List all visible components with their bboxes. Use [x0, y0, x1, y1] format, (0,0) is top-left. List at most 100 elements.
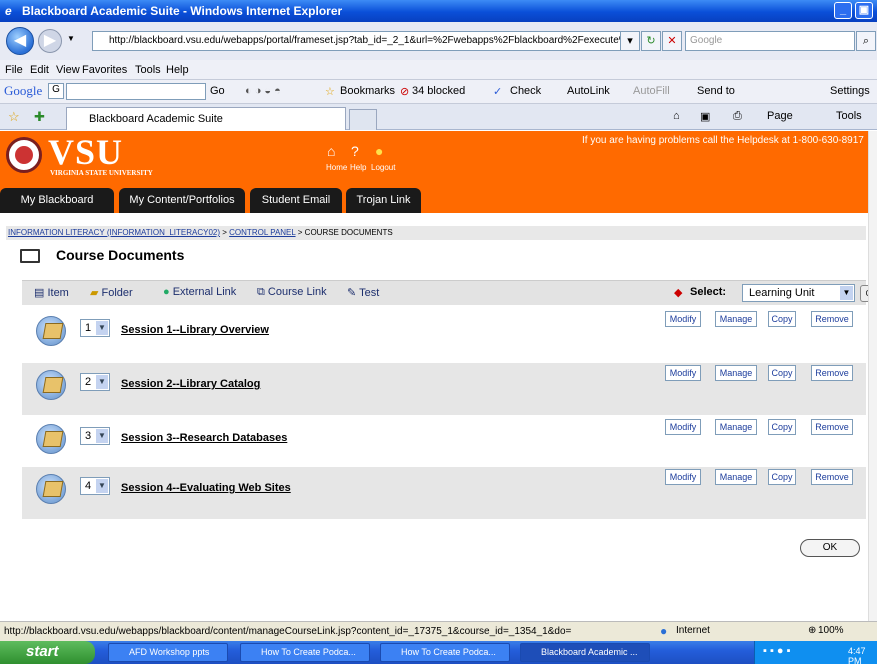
- logout-icon[interactable]: ●: [375, 143, 383, 159]
- address-dropdown-icon[interactable]: ▾: [620, 31, 640, 51]
- order-select[interactable]: 2 ▼: [80, 373, 110, 391]
- tab-blackboard[interactable]: Blackboard Academic Suite: [66, 107, 346, 130]
- add-item-button[interactable]: ▤ Item: [34, 286, 69, 299]
- add-folder-button[interactable]: ▰ Folder: [90, 286, 133, 299]
- taskbar-item-podcast-1[interactable]: How To Create Podca...: [240, 643, 370, 662]
- ie-icon: e: [5, 4, 12, 18]
- add-test-button[interactable]: ✎ Test: [347, 286, 379, 299]
- action-bar: ▤ Item ▰ Folder ● External Link ⧉ Course…: [22, 280, 868, 305]
- google-options-icon[interactable]: G: [48, 83, 64, 99]
- remove-button[interactable]: Remove: [811, 469, 853, 485]
- ok-button[interactable]: OK: [800, 539, 860, 557]
- remove-button[interactable]: Remove: [811, 419, 853, 435]
- help-link[interactable]: Help: [350, 163, 366, 172]
- minimize-button[interactable]: _: [834, 2, 852, 19]
- menu-view[interactable]: View: [56, 64, 80, 76]
- order-select[interactable]: 1 ▼: [80, 319, 110, 337]
- menu-file[interactable]: File: [5, 64, 23, 76]
- help-icon[interactable]: ?: [351, 143, 359, 159]
- copy-button[interactable]: Copy: [768, 419, 796, 435]
- tab-my-content[interactable]: My Content/Portfolios: [119, 188, 245, 213]
- search-input[interactable]: Google: [685, 31, 855, 51]
- search-icon[interactable]: ⌕: [856, 31, 876, 51]
- autolink-button[interactable]: AutoLink: [567, 85, 610, 97]
- home-link[interactable]: Home: [326, 163, 347, 172]
- forward-button[interactable]: ▶: [38, 29, 62, 53]
- history-dropdown-icon[interactable]: ▼: [67, 34, 75, 43]
- book-icon: [20, 249, 40, 263]
- print-icon[interactable]: ⎙: [733, 110, 742, 123]
- page-menu[interactable]: Page: [767, 110, 793, 122]
- tools-menu[interactable]: Tools: [836, 110, 862, 122]
- remove-button[interactable]: Remove: [811, 311, 853, 327]
- session-link[interactable]: Session 4--Evaluating Web Sites: [121, 482, 291, 494]
- menu-help[interactable]: Help: [166, 64, 189, 76]
- add-external-link-button[interactable]: ● External Link: [163, 286, 236, 298]
- menu-tools[interactable]: Tools: [135, 64, 161, 76]
- session-link[interactable]: Session 3--Research Databases: [121, 432, 287, 444]
- remove-button[interactable]: Remove: [811, 365, 853, 381]
- popup-blocked-count[interactable]: 34 blocked: [412, 85, 465, 97]
- clock: 4:47 PM: [848, 646, 866, 664]
- home-icon[interactable]: ⌂: [673, 110, 680, 122]
- google-go-button[interactable]: Go: [210, 85, 225, 97]
- select-label: Select:: [690, 286, 727, 298]
- modify-button[interactable]: Modify: [665, 469, 701, 485]
- bookmarks-button[interactable]: Bookmarks: [340, 85, 395, 97]
- add-folder-label: Folder: [101, 287, 133, 299]
- modify-button[interactable]: Modify: [665, 419, 701, 435]
- new-tab-button[interactable]: [349, 109, 377, 130]
- back-button[interactable]: ◀: [6, 27, 34, 55]
- sendto-button[interactable]: Send to: [697, 85, 735, 97]
- session-link[interactable]: Session 2--Library Catalog: [121, 378, 260, 390]
- logout-link[interactable]: Logout: [371, 163, 395, 172]
- order-select[interactable]: 4 ▼: [80, 477, 110, 495]
- menu-favorites[interactable]: Favorites: [82, 64, 127, 76]
- page-title: Course Documents: [56, 247, 185, 263]
- content-type-select[interactable]: Learning Unit ▼: [742, 284, 855, 302]
- google-tool-icons[interactable]: ◐ ◑ ◒ ◓: [245, 85, 281, 97]
- breadcrumb-control-panel-link[interactable]: CONTROL PANEL: [229, 228, 295, 237]
- copy-button[interactable]: Copy: [768, 365, 796, 381]
- taskbar-item-blackboard[interactable]: Blackboard Academic ...: [520, 643, 650, 662]
- taskbar-item-afd-workshop[interactable]: AFD Workshop ppts: [108, 643, 228, 662]
- vertical-scrollbar[interactable]: [868, 131, 877, 621]
- order-value: 2: [85, 376, 92, 388]
- zoom-level[interactable]: 100%: [818, 625, 844, 636]
- go-button[interactable]: Go: [860, 285, 868, 302]
- start-button[interactable]: start: [0, 641, 95, 664]
- tab-student-email[interactable]: Student Email: [250, 188, 342, 213]
- autofill-button[interactable]: AutoFill: [633, 85, 670, 97]
- home-icon[interactable]: ⌂: [327, 143, 335, 159]
- modify-button[interactable]: Modify: [665, 311, 701, 327]
- order-select[interactable]: 3 ▼: [80, 427, 110, 445]
- session-link[interactable]: Session 1--Library Overview: [121, 324, 269, 336]
- manage-button[interactable]: Manage: [715, 419, 757, 435]
- taskbar-item-podcast-2[interactable]: How To Create Podca...: [380, 643, 510, 662]
- settings-button[interactable]: Settings: [830, 85, 870, 97]
- chevron-down-icon: ▼: [96, 321, 108, 335]
- favorites-star-icon[interactable]: ☆: [8, 109, 20, 125]
- breadcrumb-course-link[interactable]: INFORMATION LITERACY (INFORMATION_LITERA…: [8, 228, 220, 237]
- refresh-button[interactable]: ↻: [641, 31, 661, 51]
- tab-my-blackboard[interactable]: My Blackboard: [0, 188, 114, 213]
- manage-button[interactable]: Manage: [715, 311, 757, 327]
- manage-button[interactable]: Manage: [715, 365, 757, 381]
- tray-icons[interactable]: ▪ ▪ ● ▪: [763, 645, 791, 657]
- menu-edit[interactable]: Edit: [30, 64, 49, 76]
- status-url: http://blackboard.vsu.edu/webapps/blackb…: [4, 626, 572, 637]
- modify-button[interactable]: Modify: [665, 365, 701, 381]
- tab-trojan-link[interactable]: Trojan Link: [346, 188, 421, 213]
- maximize-button[interactable]: ▣: [855, 2, 873, 19]
- address-bar[interactable]: http://blackboard.vsu.edu/webapps/portal…: [92, 31, 634, 51]
- stop-button[interactable]: ✕: [662, 31, 682, 51]
- manage-button[interactable]: Manage: [715, 469, 757, 485]
- feeds-icon[interactable]: ▣: [700, 110, 710, 123]
- add-course-link-button[interactable]: ⧉ Course Link: [257, 286, 327, 299]
- copy-button[interactable]: Copy: [768, 469, 796, 485]
- google-search-input[interactable]: [66, 83, 206, 100]
- check-button[interactable]: Check: [510, 85, 541, 97]
- folder-icon: ▰: [90, 287, 102, 299]
- add-favorites-icon[interactable]: ✚: [34, 109, 45, 125]
- copy-button[interactable]: Copy: [768, 311, 796, 327]
